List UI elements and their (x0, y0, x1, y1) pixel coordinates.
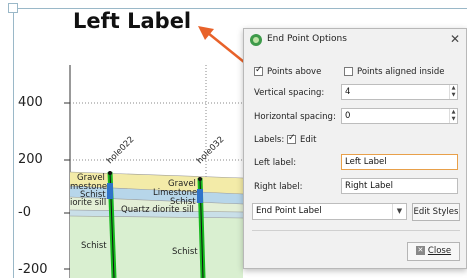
vertical-spacing-stepper-icon[interactable]: ▲ ▼ (449, 85, 457, 99)
hole-label-032: hole032 (195, 135, 226, 166)
left-diorite-label: iorite sill (70, 198, 106, 208)
close-button[interactable]: ✕ Close (407, 242, 460, 261)
horizontal-spacing-field[interactable]: 0 ▲ ▼ (341, 108, 458, 124)
horizontal-spacing-value: 0 (345, 111, 351, 121)
dialog-divider (252, 230, 460, 231)
labels-label: Labels: (254, 135, 285, 145)
vertical-spacing-value: 4 (345, 87, 351, 97)
close-icon[interactable]: ✕ (450, 32, 460, 46)
points-aligned-inside-label: Points aligned inside (357, 67, 445, 77)
vertical-spacing-field[interactable]: 4 ▲ ▼ (341, 84, 458, 100)
label-style-value: End Point Label (256, 206, 322, 216)
points-above-checkbox[interactable]: Points above (254, 65, 322, 77)
edit-styles-button[interactable]: Edit Styles (412, 203, 460, 221)
points-above-label: Points above (267, 67, 322, 77)
dialog-titlebar[interactable]: End Point Options ✕ (244, 29, 466, 51)
edit-check-icon[interactable] (287, 133, 296, 144)
label-style-select[interactable]: End Point Label ▼ (252, 203, 407, 220)
lower-schist-label-right: Schist (172, 247, 198, 257)
right-diorite-label: Quartz diorite sill (121, 205, 194, 215)
lower-schist-label-left: Schist (81, 241, 107, 251)
hole-label-022: hole022 (105, 135, 136, 166)
chevron-down-icon[interactable]: ▼ (392, 204, 406, 219)
edit-label: Edit (300, 135, 317, 145)
close-button-label: Close (427, 246, 452, 256)
points-aligned-inside-checkbox[interactable]: Points aligned inside (344, 67, 444, 77)
right-label-field[interactable]: Right Label (341, 178, 458, 194)
app-icon (250, 34, 262, 46)
end-point-options-dialog: End Point Options ✕ Points above Points … (243, 28, 467, 269)
right-label-label: Right label: (254, 182, 303, 192)
points-above-check-icon[interactable] (254, 65, 263, 76)
edit-labels-checkbox[interactable]: Edit (287, 133, 317, 145)
horizontal-spacing-stepper-icon[interactable]: ▲ ▼ (449, 109, 457, 123)
vertical-spacing-label: Vertical spacing: (254, 88, 325, 98)
horizontal-spacing-label: Horizontal spacing: (254, 112, 336, 122)
callout-arrow-head (198, 26, 214, 40)
left-label-field[interactable]: Left Label (341, 154, 458, 170)
dialog-title: End Point Options (267, 34, 347, 44)
points-aligned-inside-check-icon[interactable] (344, 67, 353, 76)
close-button-icon: ✕ (415, 246, 425, 255)
left-label-label: Left label: (254, 158, 297, 168)
